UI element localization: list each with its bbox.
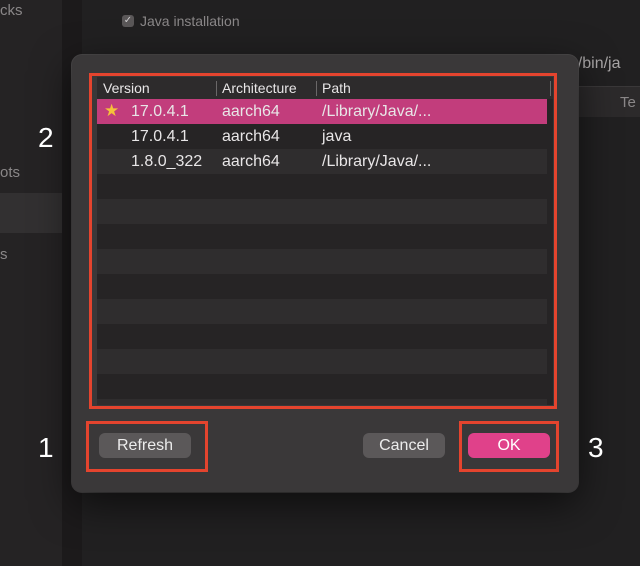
background-column-header: Te [578,86,640,117]
java-installation-checkbox-row: ✓ Java installation [122,13,240,29]
background-sidebar-item: s [0,246,8,263]
annotation-label-1: 1 [38,432,54,463]
background-sidebar-item: cks [0,2,23,19]
background-sidebar [0,0,62,566]
checkmark-icon: ✓ [122,15,134,27]
cancel-button[interactable]: Cancel [363,433,445,458]
java-installation-label: Java installation [140,13,240,29]
background-sidebar-item: ots [0,164,21,181]
refresh-highlight-box [86,421,208,472]
ok-highlight-box [459,421,559,472]
background-column-label: Te [620,94,636,111]
annotation-label-3: 3 [588,432,604,463]
background-sidebar-selected-item [0,193,62,233]
table-highlight-box [89,73,557,409]
annotation-label-2: 2 [38,122,54,153]
